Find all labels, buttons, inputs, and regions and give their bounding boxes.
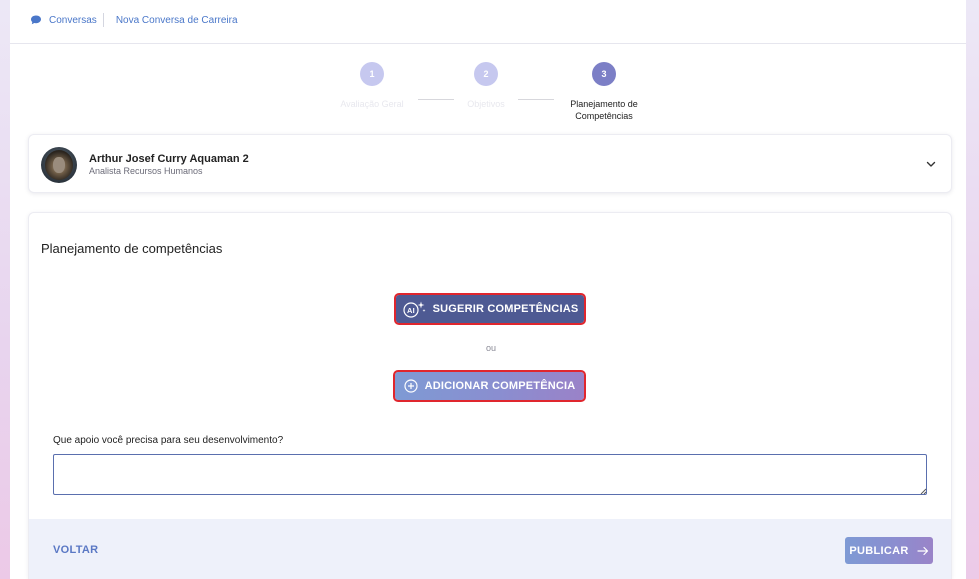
profile-role: Analista Recursos Humanos bbox=[89, 166, 203, 176]
resize-grip-icon[interactable] bbox=[919, 487, 927, 495]
add-competency-button[interactable]: ADICIONAR COMPETÊNCIA bbox=[393, 370, 586, 402]
background-right-strip bbox=[966, 0, 979, 579]
step-2-circle[interactable]: 2 bbox=[474, 62, 498, 86]
top-bar: Conversas Nova Conversa de Carreira bbox=[10, 0, 966, 44]
step-3-label: Planejamento de Competências bbox=[570, 99, 638, 121]
stepper: 1 Avaliação Geral 2 Objetivos 3 Planejam… bbox=[10, 62, 966, 124]
chat-icon bbox=[31, 15, 41, 25]
arrow-right-icon bbox=[917, 546, 928, 555]
breadcrumb-separator bbox=[102, 13, 104, 27]
support-question-label: Que apoio você precisa para seu desenvol… bbox=[53, 435, 284, 446]
ai-sparkle-icon: AI bbox=[402, 301, 426, 318]
step-3-circle[interactable]: 3 bbox=[592, 62, 616, 86]
card-footer: VOLTAR PUBLICAR bbox=[29, 519, 951, 579]
svg-text:AI: AI bbox=[407, 306, 415, 315]
breadcrumb-nova-conversa[interactable]: Nova Conversa de Carreira bbox=[116, 15, 238, 26]
profile-name: Arthur Josef Curry Aquaman 2 bbox=[89, 153, 249, 165]
publish-button[interactable]: PUBLICAR bbox=[845, 537, 933, 564]
suggest-competencies-button[interactable]: AI SUGERIR COMPETÊNCIAS bbox=[394, 293, 586, 325]
step-2-label: Objetivos bbox=[467, 99, 505, 109]
avatar bbox=[41, 147, 77, 183]
publish-label: PUBLICAR bbox=[849, 544, 909, 557]
support-textarea[interactable] bbox=[53, 454, 927, 495]
breadcrumb: Conversas Nova Conversa de Carreira bbox=[30, 13, 238, 27]
section-title: Planejamento de competências bbox=[41, 241, 223, 256]
avatar-face bbox=[53, 157, 65, 173]
step-connector-1 bbox=[418, 99, 454, 100]
back-button[interactable]: VOLTAR bbox=[53, 544, 98, 556]
background-left-strip bbox=[0, 0, 10, 579]
profile-card[interactable]: Arthur Josef Curry Aquaman 2 Analista Re… bbox=[28, 134, 952, 193]
app-container: Conversas Nova Conversa de Carreira 1 Av… bbox=[10, 0, 966, 579]
or-divider-text: ou bbox=[485, 343, 496, 353]
suggest-competencies-label: SUGERIR COMPETÊNCIAS bbox=[432, 303, 579, 315]
step-connector-2 bbox=[518, 99, 554, 100]
step-1-label: Avaliação Geral bbox=[340, 99, 404, 109]
chevron-down-icon[interactable] bbox=[925, 158, 937, 170]
add-competency-label: ADICIONAR COMPETÊNCIA bbox=[424, 380, 576, 392]
breadcrumb-conversas[interactable]: Conversas bbox=[49, 15, 97, 26]
step-1-circle[interactable]: 1 bbox=[360, 62, 384, 86]
competency-planning-card: Planejamento de competências AI SUGERIR … bbox=[28, 212, 952, 579]
plus-circle-icon bbox=[403, 379, 418, 393]
